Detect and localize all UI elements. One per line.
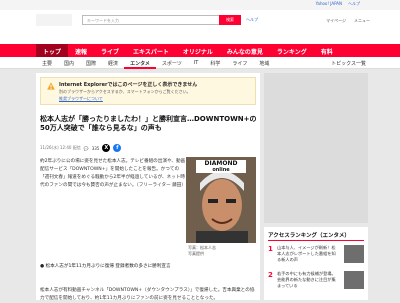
facebook-share-icon[interactable]: f [113, 144, 122, 152]
ranking-item[interactable]: 2 若手の中にも有力候補が登場。芸能界の新たな動きに注目が集まっている [268, 271, 364, 293]
rank-thumbnail[interactable] [344, 245, 364, 263]
mypage-link[interactable]: マイページ [326, 18, 346, 24]
site-logo[interactable] [36, 14, 72, 26]
article-title: 松本人志が「勝ったりましたわ！」と勝利宣言…DOWNTOWN+の50万人突破で「… [40, 115, 257, 132]
article-date: 11/26(水) 12:40 配信 [40, 145, 81, 150]
header-help-link[interactable]: ヘルプ [246, 17, 258, 23]
nav-live[interactable]: ライブ [94, 44, 126, 57]
nav-original[interactable]: オリジナル [176, 44, 220, 57]
ranking-divider [268, 240, 364, 241]
rank-number: 1 [268, 245, 273, 253]
article-body-main: 松本人志が有料動画チャンネル「DOWNTOWN+（ダウンタウンプラス）」で復帰し… [40, 288, 255, 301]
tab-local[interactable]: 地域 [253, 57, 275, 69]
access-ranking: アクセスランキング（エンタメ） 1 山本与人、イメージが刷新！松本人志がレポート… [264, 227, 368, 300]
tab-science[interactable]: 科学 [204, 57, 226, 69]
photo-credit: 写真提供 [188, 251, 204, 256]
rank-thumbnail[interactable] [344, 271, 364, 289]
ranking-item[interactable]: 1 山本与人、イメージが刷新！松本人志がレポートした番組を知る新人の声 [268, 245, 364, 267]
tab-it[interactable]: IT [188, 57, 205, 69]
utility-links: Yahoo! JAPAN ヘルプ [316, 1, 360, 7]
header-actions: マイページ メニュー [326, 18, 370, 24]
nav-expert[interactable]: エキスパート [126, 44, 176, 57]
notice-title: Internet Explorerではこのページを正しく表示できません [59, 82, 198, 88]
photo-brand-sub: online [196, 167, 246, 173]
tab-life[interactable]: ライフ [226, 57, 253, 69]
warning-icon [47, 82, 55, 90]
site-header: キーワードを入力 検索 ヘルプ マイページ メニュー [0, 10, 400, 44]
article-meta: 11/26(水) 12:40 配信 💬 335 X f [40, 144, 122, 152]
photo-image: DIAMOND online [186, 157, 256, 243]
nav-paid[interactable]: 有料 [314, 44, 340, 57]
search-button[interactable]: 検索 [219, 15, 241, 25]
topics-list-link[interactable]: トピックス一覧 [331, 60, 366, 67]
article-photo[interactable]: DIAMOND online 写真：松本人志 写真提供 [186, 157, 256, 265]
article-content: Internet Explorerではこのページを正しく表示できません 別のブラ… [36, 73, 260, 301]
sidebar: アクセスランキング（エンタメ） 1 山本与人、イメージが刷新！松本人志がレポート… [264, 73, 368, 300]
article-body-intro: 約2年ぶりに公の場に姿を見せた松本人志。テレビ番組の出演や、動画配信サービス「D… [40, 159, 186, 188]
rank-number: 2 [268, 271, 273, 279]
yahoo-japan-link[interactable]: Yahoo! JAPAN [316, 1, 342, 7]
tab-domestic[interactable]: 国内 [58, 57, 80, 69]
notice-description: 別のブラウザーからアクセスするか、スマートフォンからご覧ください。 [59, 89, 191, 94]
nav-top[interactable]: トップ [36, 44, 69, 57]
top-utility-bar: Yahoo! JAPAN ヘルプ [0, 0, 400, 10]
tab-entertainment[interactable]: エンタメ [124, 57, 156, 69]
tab-economy[interactable]: 経済 [102, 57, 124, 69]
category-navigation: 主要 国内 国際 経済 エンタメ スポーツ IT 科学 ライフ 地域 トピックス… [0, 57, 400, 69]
tab-sports[interactable]: スポーツ [156, 57, 188, 69]
photo-brand: DIAMOND [196, 160, 246, 167]
help-link[interactable]: ヘルプ [348, 1, 360, 7]
recommended-browser-link[interactable]: 推奨ブラウザーについて [59, 96, 103, 102]
nav-opinion[interactable]: みんなの意見 [220, 44, 270, 57]
comment-icon[interactable]: 💬 [84, 146, 89, 151]
tab-international[interactable]: 国際 [80, 57, 102, 69]
access-ranking-title: アクセスランキング（エンタメ） [268, 233, 350, 239]
menu-link[interactable]: メニュー [354, 18, 370, 24]
rank-text[interactable]: 山本与人、イメージが刷新！松本人志がレポートした番組を知る新人の声 [277, 245, 339, 263]
search-input[interactable]: キーワードを入力 [82, 15, 220, 25]
browser-notice: Internet Explorerではこのページを正しく表示できません 別のブラ… [40, 77, 256, 105]
nav-ranking[interactable]: ランキング [270, 44, 314, 57]
comment-count[interactable]: 335 [92, 146, 100, 151]
nav-breaking[interactable]: 速報 [68, 44, 94, 57]
main-navigation: トップ 速報 ライブ エキスパート オリジナル みんなの意見 ランキング 有料 [0, 44, 400, 57]
tab-main[interactable]: 主要 [36, 57, 58, 69]
rank-text[interactable]: 若手の中にも有力候補が登場。芸能界の新たな動きに注目が集まっている [277, 271, 339, 289]
ad-slot[interactable] [264, 73, 368, 223]
x-share-icon[interactable]: X [102, 144, 111, 152]
article-bullet: ● 松本人志が1年11カ月ぶりに復帰 登録者数の多さに勝利宣言 [40, 264, 171, 269]
bullet-text: 松本人志が1年11カ月ぶりに復帰 登録者数の多さに勝利宣言 [45, 264, 171, 269]
